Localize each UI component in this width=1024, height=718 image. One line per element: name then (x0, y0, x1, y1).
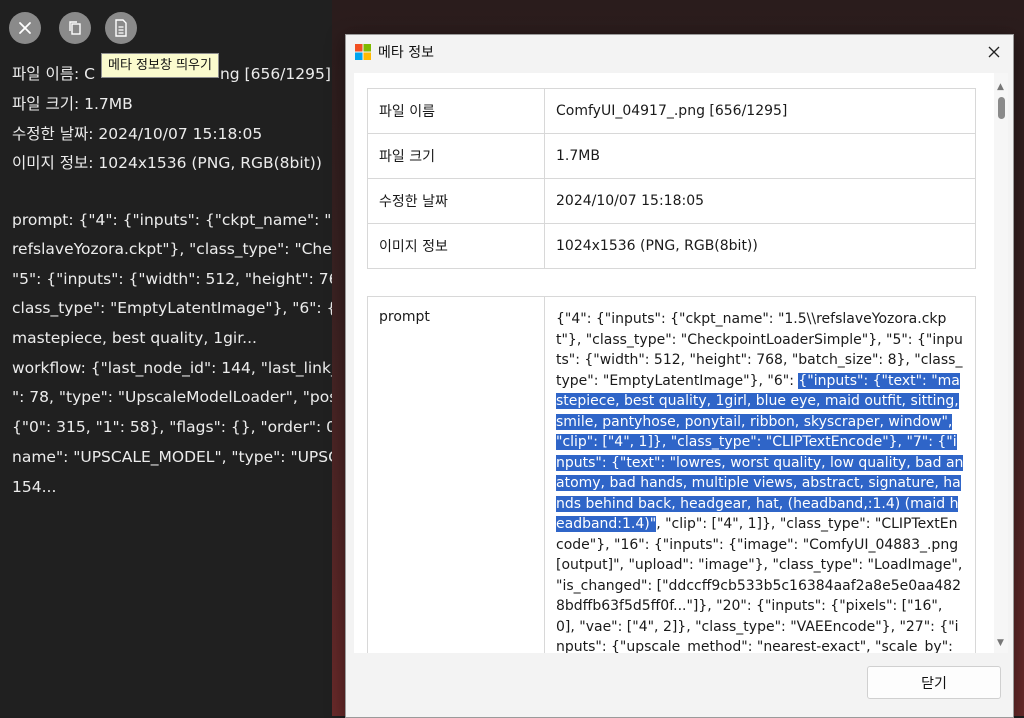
selected-text[interactable]: {"inputs": {"text": "mastepiece, best qu… (556, 372, 964, 532)
document-icon (115, 19, 127, 37)
workflow-line: workflow: {"last_node_id": 144, "last_li… (12, 359, 332, 377)
image-info-line: 이미지 정보: 1024x1536 (PNG, RGB(8bit)) (12, 154, 322, 172)
close-button[interactable]: 닫기 (867, 666, 1001, 699)
prompt-text-after: , "clip": ["4", 1]}, "class_type": "CLIP… (556, 516, 963, 653)
table-row: 수정한 날짜 2024/10/07 15:18:05 (367, 178, 976, 224)
file-info-table: 파일 이름 ComfyUI_04917_.png [656/1295] 파일 크… (367, 88, 976, 269)
dialog-titlebar: 메타 정보 (346, 35, 1013, 67)
prompt-line: prompt: {"4": {"inputs": {"ckpt_name": "… (12, 211, 332, 229)
row-value: ComfyUI_04917_.png [656/1295] (544, 88, 976, 134)
prompt-text[interactable]: {"4": {"inputs": {"ckpt_name": "1.5\\ref… (556, 309, 964, 653)
workflow-line: {"0": 315, "1": 58}, "flags": {}, "order… (12, 418, 332, 436)
table-row: 이미지 정보 1024x1536 (PNG, RGB(8bit)) (367, 223, 976, 269)
prompt-line: mastepiece, best quality, 1gir... (12, 329, 257, 347)
row-value: 2024/10/07 15:18:05 (544, 178, 976, 224)
dialog-close-button[interactable] (982, 40, 1006, 64)
workflow-line: 154... (12, 478, 57, 496)
workflow-line: ": 78, "type": "UpscaleModelLoader", "po… (12, 388, 332, 406)
modified-date-line: 수정한 날짜: 2024/10/07 15:18:05 (12, 125, 263, 143)
meta-content-area[interactable]: 파일 이름 ComfyUI_04917_.png [656/1295] 파일 크… (354, 73, 994, 653)
prompt-line: refslaveYozora.ckpt"}, "class_type": "Ch… (12, 240, 332, 258)
close-viewer-button[interactable] (9, 12, 41, 44)
meta-info-dialog: 메타 정보 파일 이름 ComfyUI_04917_.png [656/1295… (345, 34, 1014, 718)
viewer-panel: 메타 정보창 띄우기 파일 이름: Cng [656/1295] 파일 크기: … (0, 0, 332, 716)
table-row: 파일 이름 ComfyUI_04917_.png [656/1295] (367, 88, 976, 134)
app-icon (355, 44, 371, 60)
table-row: 파일 크기 1.7MB (367, 133, 976, 179)
tooltip: 메타 정보창 띄우기 (101, 53, 219, 78)
row-value: 1.7MB (544, 133, 976, 179)
close-icon (988, 46, 1000, 58)
table-row: prompt {"4": {"inputs": {"ckpt_name": "1… (367, 296, 976, 653)
close-icon (19, 22, 31, 34)
file-size-line: 파일 크기: 1.7MB (12, 95, 133, 113)
row-label: 파일 크기 (367, 133, 545, 179)
scroll-down-arrow-icon[interactable]: ▼ (997, 639, 1004, 648)
copy-button[interactable] (59, 12, 91, 44)
prompt-line: class_type": "EmptyLatentImage"}, "6": {… (12, 299, 332, 317)
prompt-value-cell: {"4": {"inputs": {"ckpt_name": "1.5\\ref… (544, 296, 976, 653)
copy-icon (69, 21, 81, 35)
dialog-title: 메타 정보 (378, 45, 434, 61)
scroll-thumb[interactable] (998, 97, 1005, 119)
meta-info-button[interactable] (105, 12, 137, 44)
row-label: 파일 이름 (367, 88, 545, 134)
row-label: 이미지 정보 (367, 223, 545, 269)
prompt-table: prompt {"4": {"inputs": {"ckpt_name": "1… (367, 296, 976, 653)
prompt-line: "5": {"inputs": {"width": 512, "height":… (12, 270, 332, 288)
vertical-scrollbar[interactable]: ▲ ▼ (994, 73, 1008, 653)
scroll-up-arrow-icon[interactable]: ▲ (997, 83, 1004, 92)
row-label: 수정한 날짜 (367, 178, 545, 224)
workflow-line: name": "UPSCALE_MODEL", "type": "UPSCAL (12, 448, 332, 466)
row-value: 1024x1536 (PNG, RGB(8bit)) (544, 223, 976, 269)
prompt-label: prompt (367, 296, 545, 653)
